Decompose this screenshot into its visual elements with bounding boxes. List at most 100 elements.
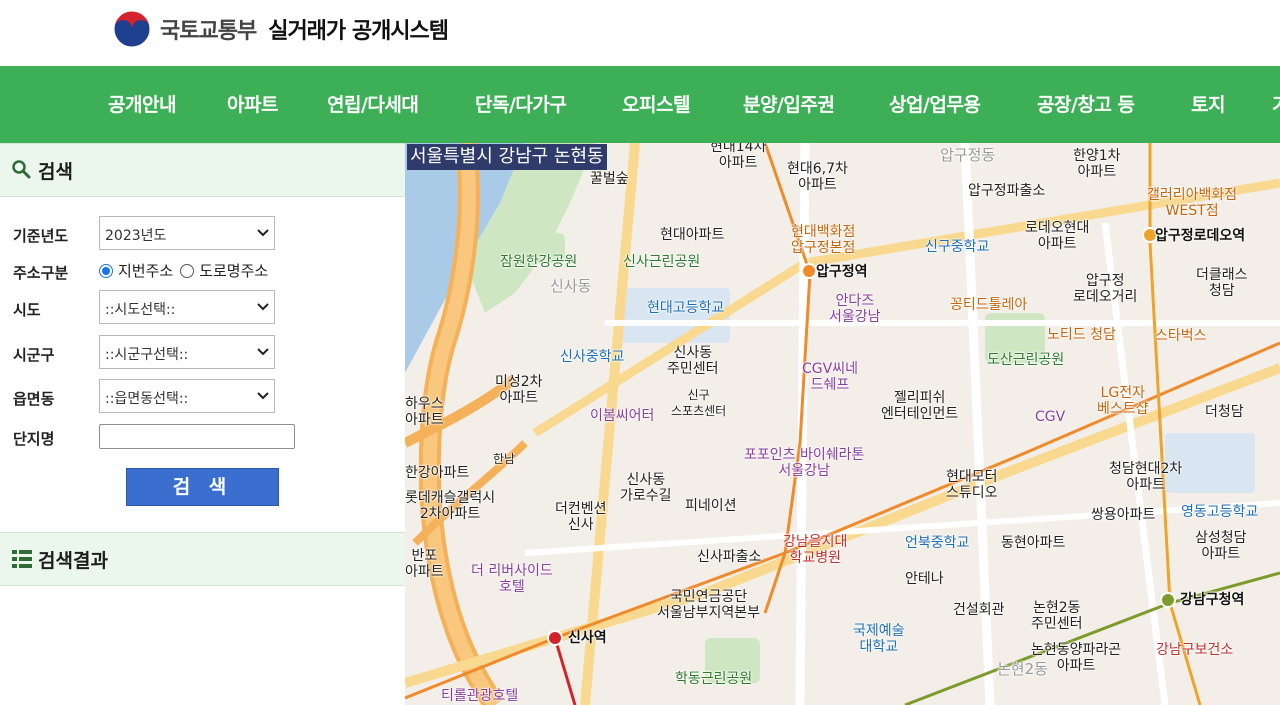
map-label-dosan-park[interactable]: 도산근린공원 [987, 352, 1064, 368]
map-label-dechungdam[interactable]: 더청담 [1205, 404, 1244, 420]
map-label-apgujeong-rodeo-station[interactable]: 압구정로데오역 [1155, 228, 1245, 244]
map-label-apgujeong-police[interactable]: 압구정파출소 [968, 183, 1045, 199]
search-icon [12, 160, 31, 179]
map-view[interactable]: 서울특별시 강남구 논현동 현대14차 아파트 현대6,7차 아파트 한양1차 아파트… [405, 143, 1280, 705]
map-label-hyundai-motor[interactable]: 현대모터 스튜디오 [946, 469, 998, 501]
nav-item-apartment[interactable]: 아파트 [227, 90, 278, 117]
map-label-riverside[interactable]: 더 리버사이드 호텔 [471, 563, 553, 595]
year-select-value: 2023년도 [105, 228, 167, 244]
nav-item-factory-warehouse[interactable]: 공장/창고 등 [1037, 90, 1135, 117]
map-label-hihouse[interactable]: 하우스 아파트 [405, 396, 444, 428]
map-label-sinsa-sports[interactable]: 신구 스포츠센터 [671, 387, 726, 419]
nav-item-townhouse[interactable]: 연립/다세대 [327, 90, 419, 117]
address-type-label: 주소구분 [13, 264, 69, 282]
map-label-andaz[interactable]: 안다즈 서울강남 [829, 293, 881, 325]
system-title: 실거래가 공개시스템 [268, 19, 449, 44]
nav-item-disclosure[interactable]: 공개안내 [108, 90, 176, 117]
map-label-sinsa-dong: 신사동 [550, 277, 592, 295]
map-label-ibomssi[interactable]: 이봄씨어터 [590, 408, 654, 424]
map-label-sinsa-middle[interactable]: 신사중학교 [560, 349, 624, 365]
map-label-samsung-chungdam[interactable]: 삼성청담 아파트 [1195, 530, 1247, 562]
map-label-hyundai-high[interactable]: 현대고등학교 [647, 300, 724, 316]
year-select[interactable]: 2023년도 [99, 216, 275, 250]
nav-item-more[interactable]: 기 [1272, 90, 1280, 117]
map-label-apgujeong-station[interactable]: 압구정역 [816, 264, 868, 280]
map-label-pinaisen[interactable]: 피네이션 [685, 498, 737, 514]
map-label-misung2[interactable]: 미성2차 아파트 [495, 374, 543, 406]
station-marker-gangnamgu-office[interactable] [1160, 592, 1176, 608]
eupmyeondong-select[interactable]: ::읍면동선택:: [99, 379, 275, 413]
sigungu-select[interactable]: ::시군구선택:: [99, 335, 275, 369]
map-label-antena[interactable]: 안테나 [905, 571, 944, 587]
map-label-jamwon-park[interactable]: 잠원한강공원 [500, 254, 577, 270]
map-label-galleria[interactable]: 갤러리아백화점 WEST점 [1147, 187, 1237, 219]
sido-select-value: ::시도선택:: [105, 302, 176, 318]
map-label-hyundai14[interactable]: 현대14차 아파트 [710, 143, 766, 171]
year-label: 기준년도 [13, 227, 69, 245]
map-label-ssangyong[interactable]: 쌍용아파트 [1091, 507, 1155, 523]
main-nav: 공개안내 아파트 연립/다세대 단독/다가구 오피스텔 분양/입주권 상업/업무… [0, 66, 1280, 143]
map-label-jelly[interactable]: 젤리피쉬 엔터테인먼트 [881, 390, 958, 422]
map-label-gangnam-eulji[interactable]: 강남을지대 학교병원 [783, 534, 847, 566]
map-label-cgv[interactable]: CGV [1035, 409, 1065, 425]
map-label-nonhyeon2-center[interactable]: 논현2동 주민센터 [1031, 600, 1083, 632]
sido-select[interactable]: ::시도선택:: [99, 290, 275, 324]
map-label-apgujeong-dong: 압구정동 [940, 146, 996, 164]
nav-item-detached-house[interactable]: 단독/다가구 [475, 90, 567, 117]
map-label-sinsa-middle-gu[interactable]: 신구중학교 [925, 239, 989, 255]
map-label-kongtid[interactable]: 꽁티드툴레아 [950, 297, 1027, 313]
radio-lot-address[interactable] [99, 263, 113, 278]
station-marker-sinsa[interactable] [547, 630, 563, 646]
nav-item-commercial[interactable]: 상업/업무용 [889, 90, 981, 117]
nav-item-presale-right[interactable]: 분양/입주권 [743, 90, 835, 117]
map-label-kukje-art[interactable]: 국제예술 대학교 [853, 623, 905, 655]
map-label-lotte-gallery[interactable]: 롯데캐슬갤럭시 2차아파트 [405, 490, 495, 522]
search-button[interactable]: 검 색 [126, 468, 279, 506]
map-label-lg-best[interactable]: LG전자 베스트샵 [1097, 385, 1149, 417]
map-label-notid[interactable]: 노티드 청담 [1047, 327, 1116, 343]
map-label-chungdam-hyundai2[interactable]: 청담현대2차 아파트 [1109, 461, 1182, 493]
map-label-donghyun[interactable]: 동현아파트 [1001, 535, 1065, 551]
map-label-cgv-chef[interactable]: CGV씨네 드쉐프 [802, 361, 858, 393]
sido-label: 시도 [13, 301, 41, 319]
map-label-starbucks[interactable]: 스타벅스 [1155, 328, 1207, 344]
map-label-eonbuk-middle[interactable]: 언북중학교 [905, 535, 969, 551]
map-label-banpo[interactable]: 반포 아파트 [405, 548, 444, 580]
nav-item-land[interactable]: 토지 [1191, 90, 1225, 117]
map-label-gangnam-health[interactable]: 강남구보건소 [1156, 642, 1233, 658]
map-label-the-convention[interactable]: 더컨벤션 신사 [555, 501, 607, 533]
radio-lot-address-label: 지번주소 [118, 262, 174, 280]
radio-road-address[interactable] [180, 263, 195, 278]
map-label-the-class[interactable]: 더클래스 청담 [1196, 267, 1248, 299]
map-label-sinsa-center[interactable]: 신사동 주민센터 [667, 345, 719, 377]
map-label-tirol-hotel[interactable]: 티롤관광호텔 [441, 688, 518, 704]
results-section-header: 검색결과 [0, 532, 405, 586]
map-label-hyundai-dept[interactable]: 현대백화점 압구정본점 [791, 224, 855, 256]
map-label-gangnamgu-office-station[interactable]: 강남구청역 [1180, 592, 1244, 608]
map-label-gunseol[interactable]: 건설회관 [953, 602, 1005, 618]
map-label-apgujeong-rodeo-street[interactable]: 압구정 로데오거리 [1073, 273, 1137, 305]
map-label-sinsa-station[interactable]: 신사역 [568, 630, 607, 646]
map-label-sinsa-geunrin[interactable]: 신사근린공원 [623, 254, 700, 270]
map-label-yeongdong-high[interactable]: 영동고등학교 [1181, 504, 1258, 520]
site-logo[interactable]: 국토교통부 실거래가 공개시스템 [112, 9, 449, 49]
map-label-hanam-ic[interactable]: 한남 [493, 451, 515, 467]
nav-item-officetel[interactable]: 오피스텔 [622, 90, 690, 117]
map-label-hyundai-apt[interactable]: 현대아파트 [660, 227, 724, 243]
station-marker-apgujeong[interactable] [801, 263, 817, 279]
map-label-rodeo-hyundai[interactable]: 로데오현대 아파트 [1025, 220, 1089, 252]
map-label-popoins[interactable]: 포포인츠 바이쉐라톤 서울강남 [744, 447, 864, 479]
map-label-nps[interactable]: 국민연금공단 서울남부지역본부 [657, 589, 760, 621]
map-label-sinsa-police[interactable]: 신사파출소 [697, 549, 761, 565]
address-type-radios: 지번주소 도로명주소 [99, 260, 268, 281]
chevron-down-icon [257, 348, 269, 356]
complex-name-input[interactable] [99, 424, 295, 449]
map-label-hyundai67[interactable]: 현대6,7차 아파트 [787, 161, 848, 193]
map-label-hanyang1[interactable]: 한양1차 아파트 [1073, 148, 1121, 180]
map-label-kkulbeol[interactable]: 꿀벌숲 [590, 171, 629, 187]
map-label-sinsa-garosu[interactable]: 신사동 가로수길 [620, 472, 672, 504]
search-section-header: 검색 [0, 143, 405, 197]
map-label-hangang-apt[interactable]: 한강아파트 [405, 465, 469, 481]
map-label-hakdong-park[interactable]: 학동근린공원 [675, 671, 752, 687]
sigungu-select-value: ::시군구선택:: [105, 347, 189, 363]
